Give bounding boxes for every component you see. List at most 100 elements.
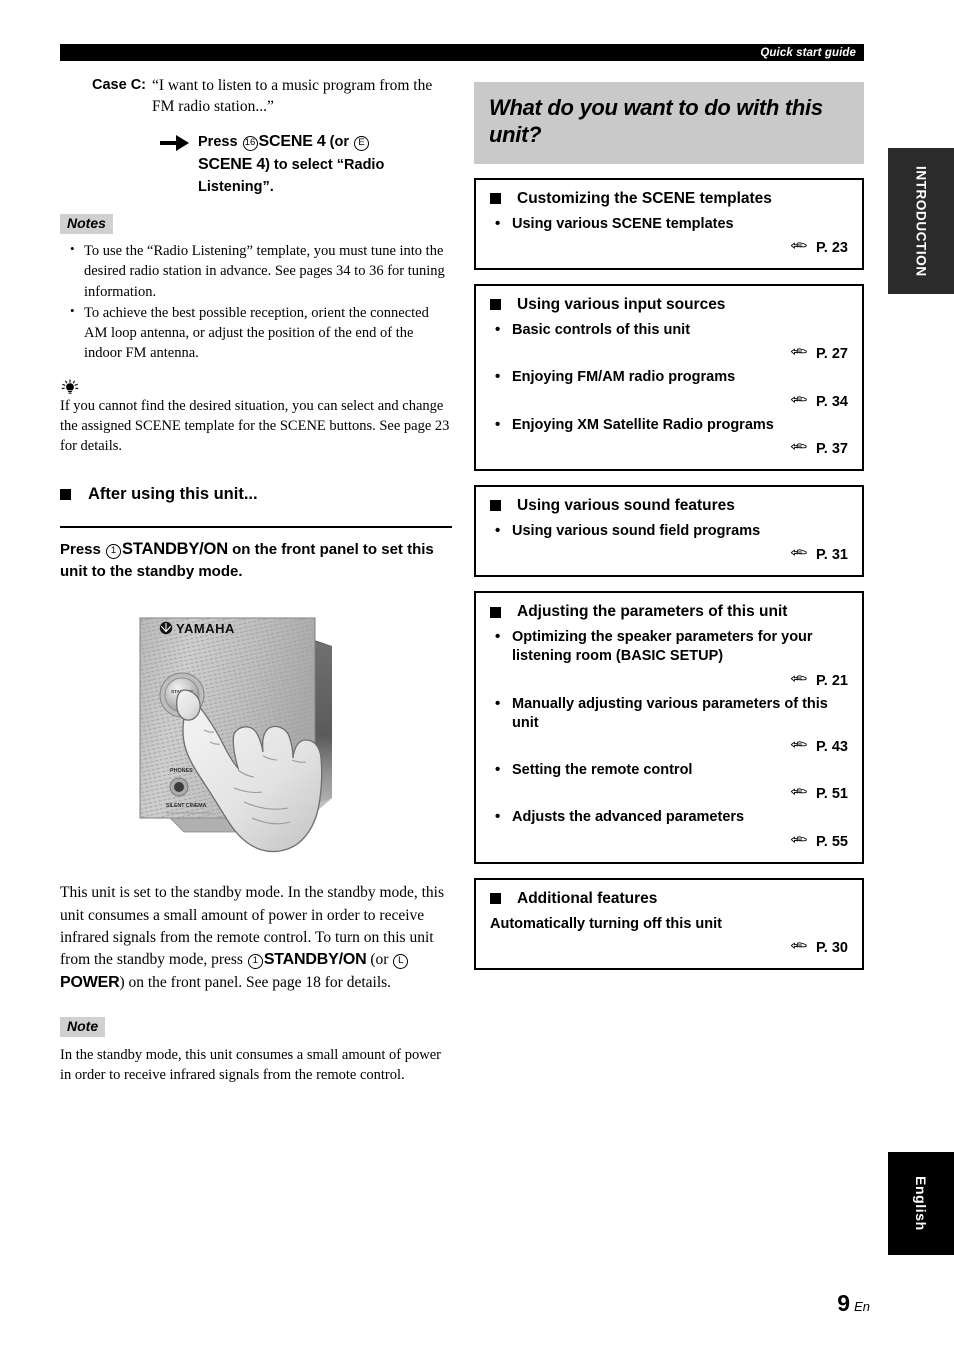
section-heading-label: After using this unit... (88, 484, 258, 503)
side-tab-english[interactable]: English (888, 1152, 954, 1255)
press-instruction-text: Press 16 SCENE 4 (or ESCENE 4) to select … (198, 130, 408, 197)
tip-text: If you cannot find the desired situation… (60, 397, 450, 455)
bullet-icon: • (495, 214, 501, 232)
feature-box-heading-label: Using various sound features (517, 496, 735, 514)
callout-letter-e: E (354, 136, 370, 152)
bullet-icon: • (495, 368, 501, 386)
page-number: 9 En (837, 1292, 870, 1315)
feature-box-customizing-scene-templates: Customizing the SCENE templates • Using … (474, 177, 864, 270)
feature-item-label: Manually adjusting various parameters of… (512, 695, 828, 731)
scene4-button-name-2: SCENE 4 (198, 156, 266, 174)
bullet-icon: • (495, 320, 501, 338)
black-square-bullet-icon (60, 488, 71, 500)
note-item: To achieve the best possible reception, … (60, 302, 452, 364)
page-reference[interactable]: P. 51 (490, 786, 848, 802)
body-part2: ) on the front panel. See page 18 for de… (119, 973, 392, 991)
feature-box-heading-label: Customizing the SCENE templates (517, 189, 772, 207)
feature-item-label: Adjusts the advanced parameters (512, 809, 745, 826)
front-panel-hand-illustration: YAMAHA STANDBY /ON PHONES SILENT CINEMA (139, 617, 332, 853)
svg-text:YAMAHA: YAMAHA (176, 621, 235, 636)
notes-list: To use the “Radio Listening” template, y… (60, 240, 452, 364)
feature-item[interactable]: • Enjoying XM Satellite Radio programs (490, 416, 848, 435)
pointing-hand-icon (790, 549, 807, 557)
feature-box-heading-label: Adjusting the parameters of this unit (517, 603, 788, 621)
feature-item[interactable]: • Optimizing the speaker parameters for … (490, 628, 848, 667)
black-square-bullet-icon (490, 500, 501, 512)
left-column: Case C: “I want to listen to a music pro… (60, 70, 452, 1086)
feature-item[interactable]: • Setting the remote control (490, 761, 848, 780)
feature-item[interactable]: • Adjusts the advanced parameters (490, 808, 848, 827)
side-tab-english-label: English (913, 1176, 929, 1231)
bullet-icon: • (495, 808, 501, 826)
feature-item[interactable]: • Basic controls of this unit (490, 321, 848, 340)
page-number-lang: En (854, 1299, 870, 1314)
svg-text:SILENT CINEMA: SILENT CINEMA (166, 803, 207, 809)
page-reference-label: P. 21 (816, 672, 848, 689)
black-square-bullet-icon (490, 193, 501, 205)
case-c-label: Case C: (92, 77, 146, 93)
pointing-hand-icon (790, 674, 807, 682)
feature-box-additional-features: Additional features Automatically turnin… (474, 877, 864, 971)
page-reference[interactable]: P. 55 (490, 834, 848, 850)
page-reference[interactable]: P. 34 (490, 394, 848, 410)
feature-item-label: Automatically turning off this unit (490, 915, 722, 932)
notes-section: Notes To use the “Radio Listening” templ… (60, 213, 452, 364)
page-reference[interactable]: P. 31 (490, 547, 848, 563)
callout-number-1-b: 1 (247, 953, 263, 969)
right-column-title: What do you want to do with this unit? (474, 82, 864, 164)
callout-number-16: 16 (242, 136, 258, 152)
feature-box-heading-label: Additional features (517, 889, 658, 907)
feature-box-using-various-input-sources: Using various input sources • Basic cont… (474, 283, 864, 471)
page-reference[interactable]: P. 23 (490, 240, 848, 256)
pointing-hand-icon (790, 348, 807, 356)
feature-box-heading: Using various input sources (490, 296, 848, 314)
feature-item[interactable]: • Enjoying FM/AM radio programs (490, 368, 848, 387)
feature-box-adjusting-parameters: Adjusting the parameters of this unit • … (474, 591, 864, 864)
feature-item-label: Basic controls of this unit (512, 321, 691, 338)
standby-on-button-name: STANDBY/ON (122, 539, 228, 558)
section-heading-after-using: After using this unit... (60, 485, 452, 504)
feature-item-label: Using various SCENE templates (512, 215, 734, 232)
callout-letter-l: L (393, 953, 409, 969)
feature-item[interactable]: Automatically turning off this unit (490, 915, 848, 934)
black-square-bullet-icon (490, 299, 501, 311)
right-arrow-icon (160, 133, 190, 153)
pointing-hand-icon (790, 788, 807, 796)
pointing-hand-icon (790, 741, 807, 749)
feature-box-heading: Additional features (490, 890, 848, 908)
pointing-hand-icon (790, 836, 807, 843)
page-reference-label: P. 51 (816, 786, 848, 803)
page-reference[interactable]: P. 43 (490, 739, 848, 755)
body-mid: (or (366, 950, 393, 968)
feature-item[interactable]: • Using various SCENE templates (490, 215, 848, 234)
side-tab-introduction-label: INTRODUCTION (913, 165, 929, 277)
page-reference-label: P. 30 (816, 940, 848, 957)
case-c-text: “I want to listen to a music program fro… (152, 77, 433, 115)
page-reference-label: P. 23 (816, 239, 848, 256)
section-divider-rule (60, 525, 452, 528)
illustration-pressing-standby-button: YAMAHA STANDBY /ON PHONES SILENT CINEMA (126, 602, 386, 868)
press-prefix: Press (198, 134, 242, 151)
right-column: What do you want to do with this unit? C… (474, 82, 864, 971)
feature-item-label: Using various sound field programs (512, 522, 761, 539)
scene4-button-name-1: SCENE 4 (258, 133, 326, 151)
feature-item[interactable]: • Using various sound field programs (490, 522, 848, 541)
page-reference[interactable]: P. 30 (490, 940, 848, 956)
lead-prefix: Press (60, 540, 106, 558)
note-body-text: In the standby mode, this unit consumes … (60, 1047, 441, 1084)
page-reference[interactable]: P. 37 (490, 441, 848, 457)
side-tab-introduction[interactable]: INTRODUCTION (888, 148, 954, 294)
press-mid: (or (325, 134, 354, 151)
power-button-name: POWER (60, 973, 120, 991)
press-instruction-row: Press 16 SCENE 4 (or ESCENE 4) to select … (60, 130, 452, 197)
page-reference[interactable]: P. 27 (490, 346, 848, 362)
bullet-icon: • (495, 521, 501, 539)
pointing-hand-icon (790, 942, 807, 950)
tip-lightbulb-icon (61, 379, 79, 394)
page-reference[interactable]: P. 21 (490, 673, 848, 689)
note-item: To use the “Radio Listening” template, y… (60, 240, 452, 302)
pointing-hand-icon (790, 395, 807, 403)
feature-item-label: Enjoying FM/AM radio programs (512, 369, 736, 386)
feature-item[interactable]: • Manually adjusting various parameters … (490, 695, 848, 734)
lead-paragraph: Press 1 STANDBY/ON on the front panel to … (60, 538, 452, 583)
